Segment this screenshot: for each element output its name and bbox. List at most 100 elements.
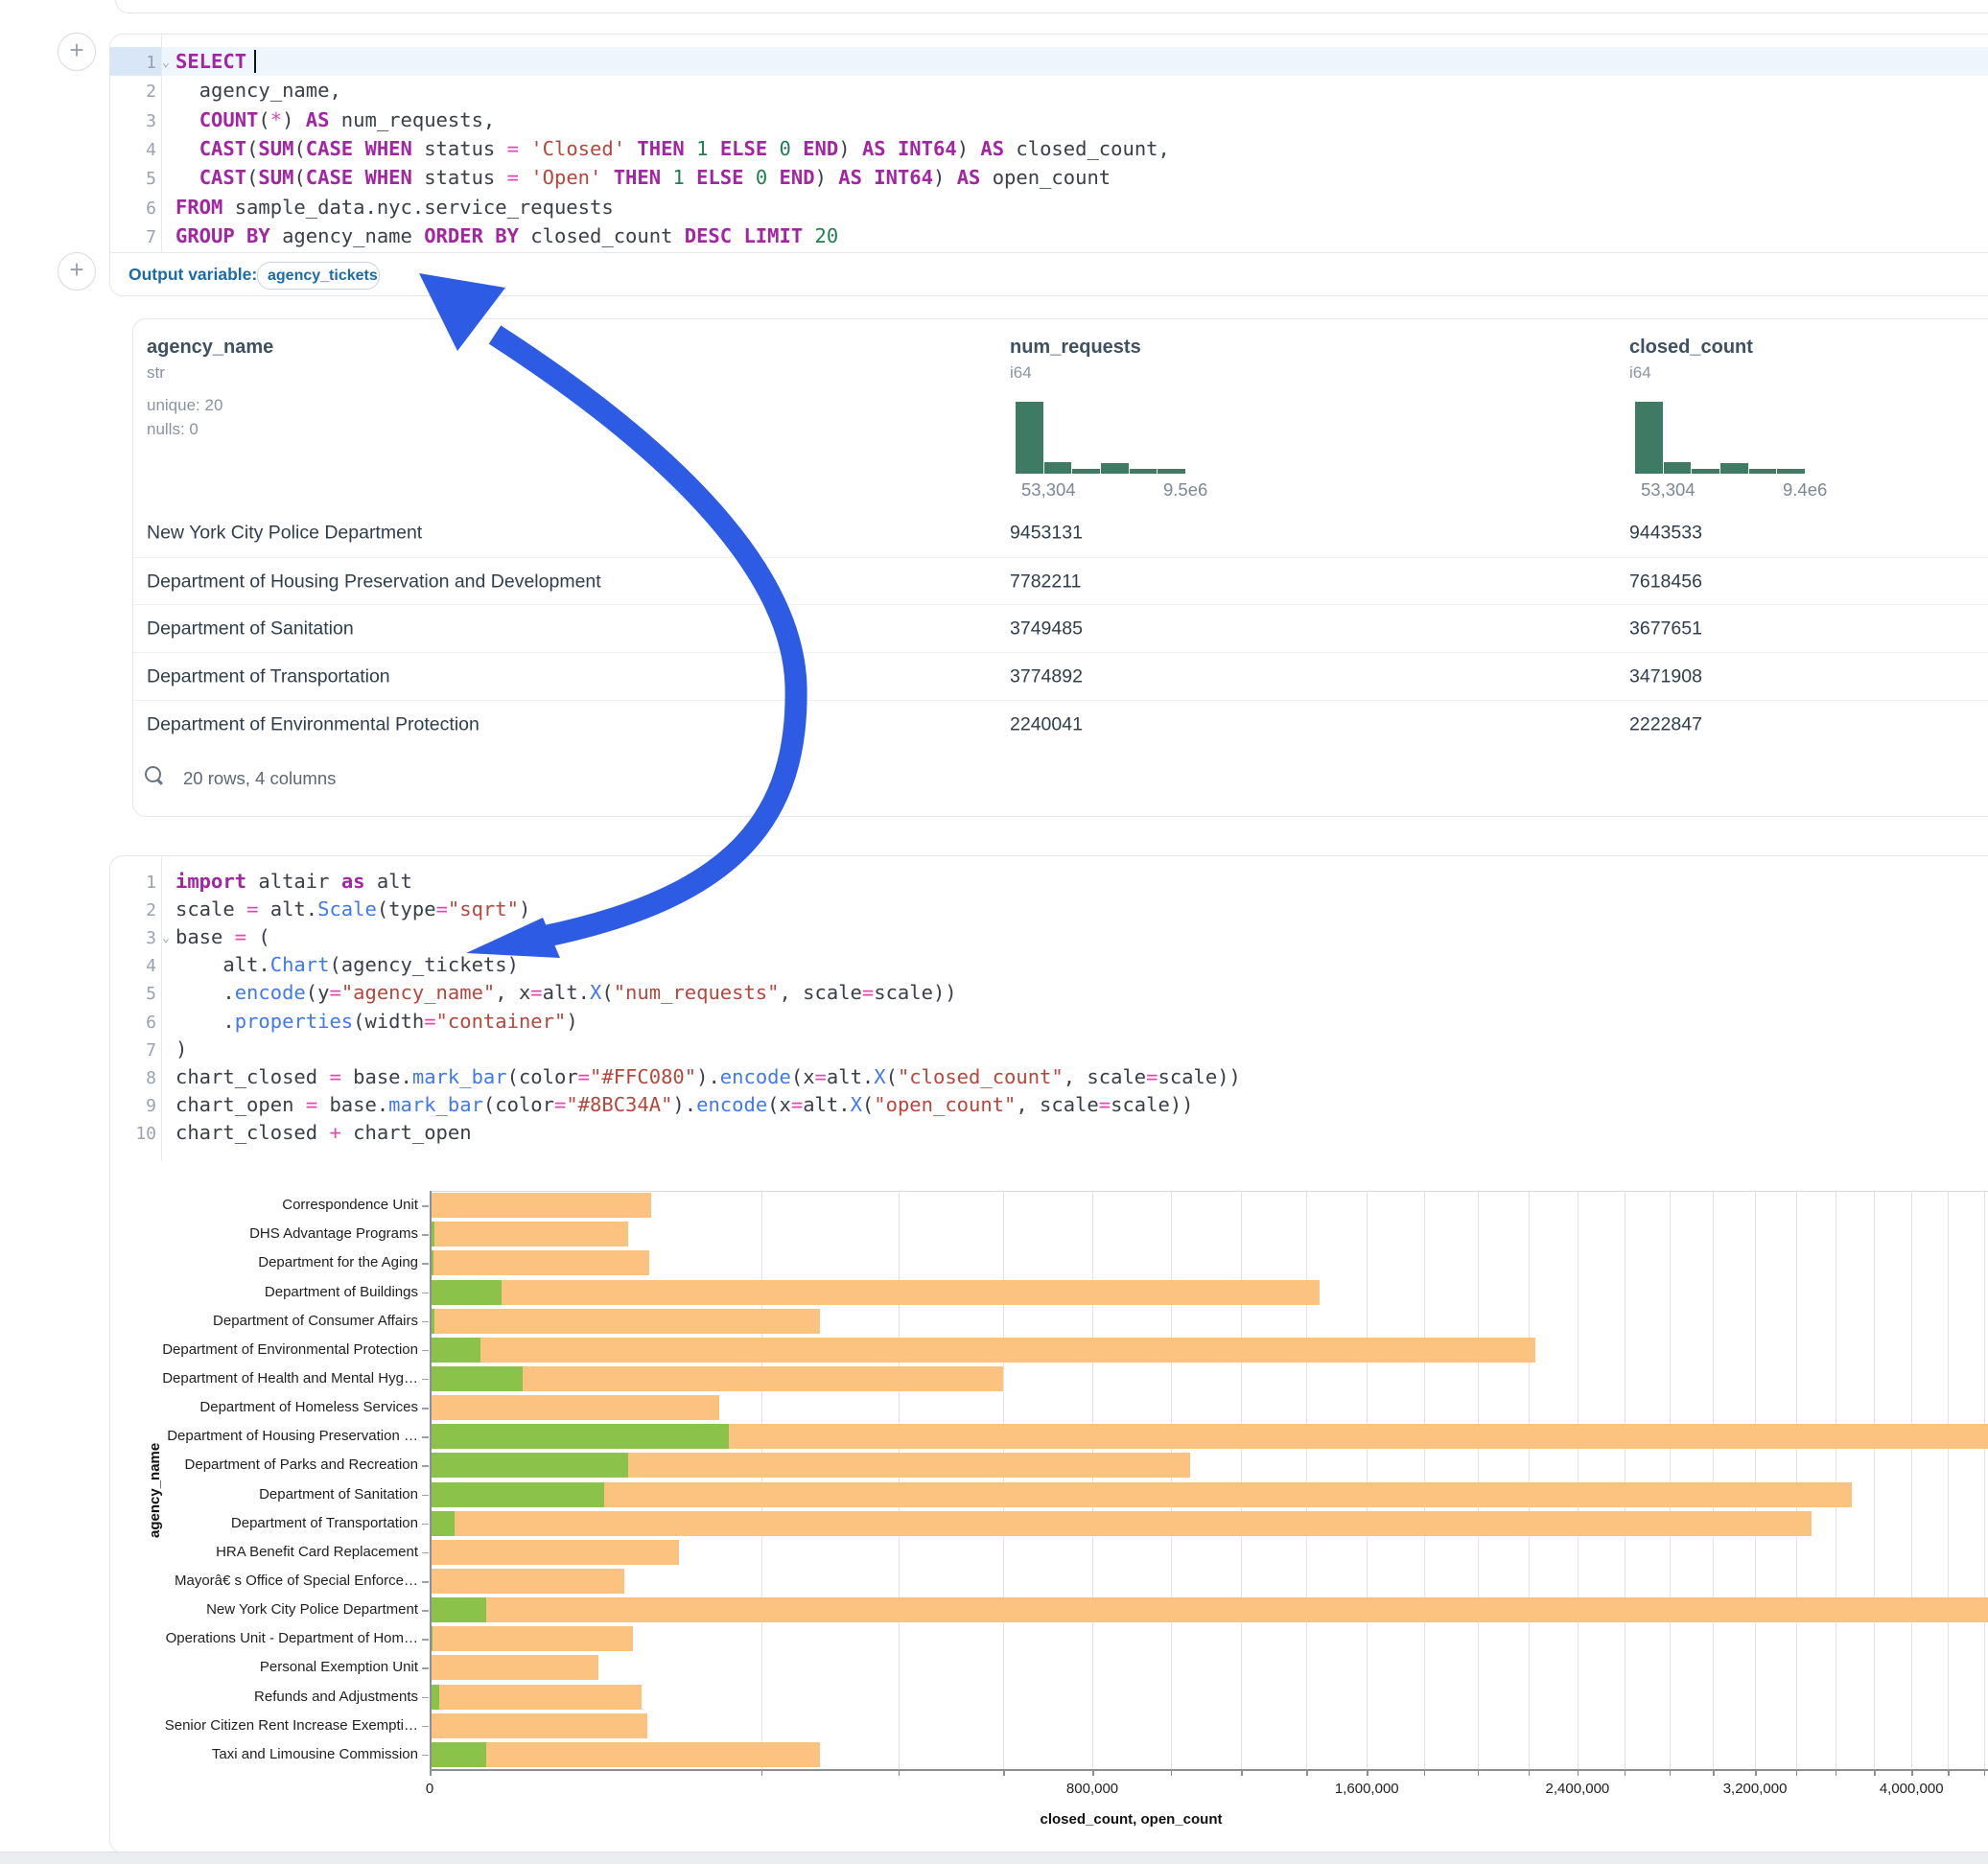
bar-closed_count[interactable]	[432, 1597, 1988, 1622]
bar-closed_count[interactable]	[432, 1280, 1320, 1305]
bar-open_count[interactable]	[432, 1280, 502, 1305]
x-axis-label: 4,000,000	[1880, 1781, 1944, 1797]
bar-closed_count[interactable]	[432, 1222, 629, 1247]
code-token: SELECT	[175, 50, 246, 73]
y-axis-tick	[422, 1205, 429, 1207]
bar-closed_count[interactable]	[432, 1685, 642, 1710]
table-row[interactable]: New York City Police Department945313194…	[133, 509, 1988, 557]
bar-closed_count[interactable]	[432, 1742, 820, 1767]
code-line[interactable]: 7 )	[110, 1036, 1988, 1063]
code-line[interactable]: 9 chart_open = base.mark_bar(color="#8BC…	[110, 1091, 1988, 1119]
x-axis-title: closed_count, open_count	[1040, 1811, 1222, 1828]
bar-open_count[interactable]	[432, 1222, 435, 1247]
fold-chevron-icon[interactable]: ⌄	[162, 924, 175, 952]
code-token: SUM	[258, 166, 293, 189]
y-axis-label: Department of Sanitation	[259, 1486, 418, 1503]
bar-closed_count[interactable]	[432, 1713, 648, 1738]
table-row[interactable]: Department of Sanitation37494853677651	[133, 604, 1988, 653]
code-token: agency_name	[270, 224, 424, 247]
code-token	[685, 166, 696, 189]
code-line[interactable]: 4 CAST(SUM(CASE WHEN status = 'Closed' T…	[110, 134, 1988, 163]
bar-open_count[interactable]	[432, 1597, 486, 1622]
bar-closed_count[interactable]	[432, 1338, 1536, 1363]
bar-open_count[interactable]	[432, 1309, 435, 1334]
code-line[interactable]: 1 import altair as alt	[110, 868, 1988, 896]
code-token: (color	[483, 1093, 554, 1116]
code-line[interactable]: 2 scale = alt.Scale(type="sqrt")	[110, 896, 1988, 923]
bar-closed_count[interactable]	[432, 1626, 633, 1651]
code-line[interactable]: 1⌄SELECT	[110, 47, 1988, 76]
histogram-max-label: 9.5e6	[1163, 479, 1207, 501]
fold-spacer	[162, 869, 175, 897]
search-icon[interactable]	[145, 766, 161, 782]
output-variable-pill[interactable]: agency_tickets	[257, 262, 380, 290]
sql-result-table[interactable]: 20 rows, 4 columns agency_namestrunique:…	[132, 318, 1988, 817]
bar-open_count[interactable]	[432, 1424, 729, 1449]
fold-spacer	[162, 1092, 175, 1120]
column-header[interactable]: num_requests	[1010, 337, 1141, 359]
code-token: encode	[720, 1065, 791, 1088]
x-axis-label: 1,600,000	[1335, 1781, 1399, 1797]
column-histogram	[1016, 402, 1186, 474]
fold-chevron-icon[interactable]: ⌄	[162, 49, 175, 78]
sql-cell[interactable]: 1⌄SELECT2 agency_name,3 COUNT(*) AS num_…	[109, 34, 1988, 296]
code-token: =	[815, 1065, 827, 1088]
bar-closed_count[interactable]	[432, 1540, 680, 1565]
add-block-button-top[interactable]: +	[58, 33, 96, 71]
python-cell[interactable]: 1 import altair as alt2 scale = alt.Scal…	[109, 855, 1988, 1853]
bar-closed_count[interactable]	[432, 1309, 821, 1334]
code-line[interactable]: 7 GROUP BY agency_name ORDER BY closed_c…	[110, 221, 1988, 250]
code-token: =	[306, 1093, 317, 1116]
code-line[interactable]: 10 chart_closed + chart_open	[110, 1119, 1988, 1147]
bar-closed_count[interactable]	[432, 1655, 598, 1680]
table-row[interactable]: Department of Housing Preservation and D…	[133, 557, 1988, 606]
bar-open_count[interactable]	[432, 1250, 434, 1275]
y-axis-tick	[422, 1697, 429, 1699]
bar-closed_count[interactable]	[432, 1569, 624, 1594]
table-row[interactable]: Department of Environmental Protection22…	[133, 700, 1988, 749]
line-number: 5	[110, 165, 162, 194]
code-token: =	[554, 1093, 566, 1116]
y-axis-label: Senior Citizen Rent Increase Exempti…	[165, 1717, 418, 1734]
code-token: GROUP BY	[175, 224, 270, 247]
code-line[interactable]: 2 agency_name,	[110, 76, 1988, 105]
y-axis-title: agency_name	[147, 1442, 163, 1537]
code-line[interactable]: 5 .encode(y="agency_name", x=alt.X("num_…	[110, 979, 1988, 1007]
bar-open_count[interactable]	[432, 1511, 455, 1536]
code-token: base	[175, 925, 235, 948]
table-row[interactable]: Department of Transportation377489234719…	[133, 652, 1988, 701]
bar-open_count[interactable]	[432, 1626, 433, 1651]
code-token: 'Open'	[530, 166, 601, 189]
add-block-button-middle[interactable]: +	[58, 252, 96, 291]
column-header[interactable]: closed_count	[1629, 337, 1753, 359]
bar-open_count[interactable]	[432, 1453, 629, 1478]
bar-closed_count[interactable]	[432, 1482, 1853, 1507]
bar-closed_count[interactable]	[432, 1395, 720, 1420]
code-line[interactable]: 3⌄base = (	[110, 923, 1988, 951]
code-token: "#FFC080"	[590, 1065, 696, 1088]
bar-closed_count[interactable]	[432, 1193, 651, 1218]
bar-closed_count[interactable]	[432, 1511, 1813, 1536]
bar-open_count[interactable]	[432, 1366, 524, 1391]
code-token: (type	[377, 897, 436, 920]
table-cell: Department of Sanitation	[147, 618, 354, 641]
bar-closed_count[interactable]	[432, 1250, 650, 1275]
code-line[interactable]: 8 chart_closed = base.mark_bar(color="#F…	[110, 1063, 1988, 1091]
code-token: COUNT	[199, 108, 259, 131]
bar-open_count[interactable]	[432, 1482, 604, 1507]
bar-open_count[interactable]	[432, 1742, 486, 1767]
code-line[interactable]: 6 FROM sample_data.nyc.service_requests	[110, 193, 1988, 221]
table-cell: 2222847	[1629, 713, 1702, 735]
code-line[interactable]: 4 alt.Chart(agency_tickets)	[110, 951, 1988, 979]
code-line[interactable]: 3 COUNT(*) AS num_requests,	[110, 105, 1988, 134]
code-line[interactable]: 5 CAST(SUM(CASE WHEN status = 'Open' THE…	[110, 163, 1988, 192]
column-header[interactable]: agency_name	[147, 337, 273, 359]
bar-open_count[interactable]	[432, 1338, 481, 1363]
bar-open_count[interactable]	[432, 1685, 439, 1710]
code-token: =	[862, 981, 874, 1004]
code-token	[862, 166, 874, 189]
y-axis-tick	[422, 1552, 429, 1554]
code-token: "#8BC34A"	[566, 1093, 672, 1116]
code-line[interactable]: 6 .properties(width="container")	[110, 1008, 1988, 1036]
y-axis-label: Department of Parks and Recreation	[185, 1456, 418, 1473]
